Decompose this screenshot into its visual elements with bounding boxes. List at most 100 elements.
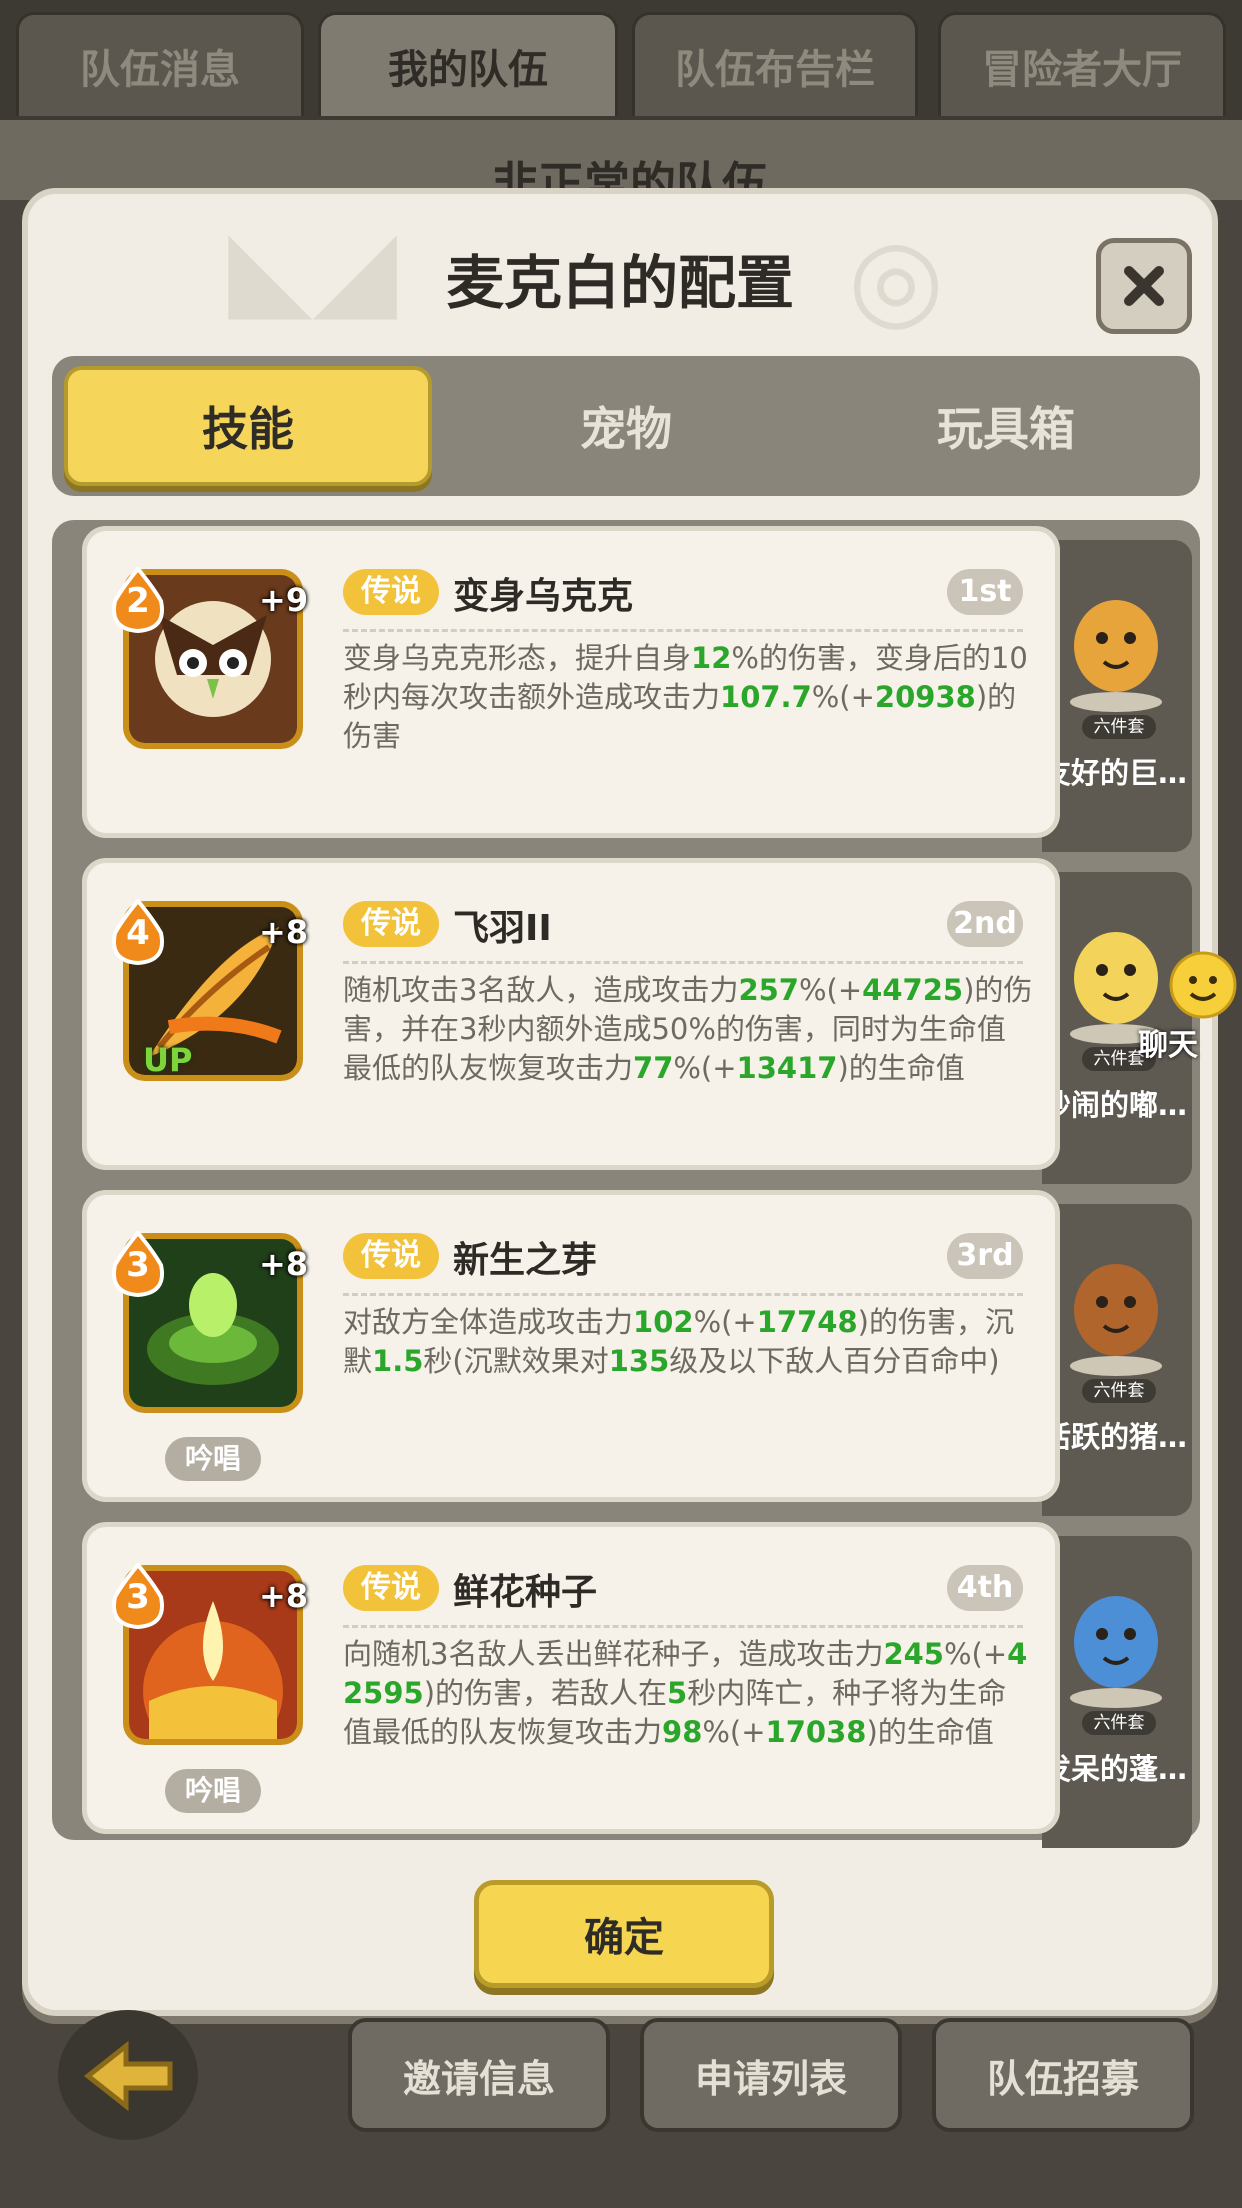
- upgrade-badge: UP: [143, 1041, 193, 1079]
- pet-slot[interactable]: 六件套活跃的猪…: [1042, 1204, 1192, 1516]
- rarity-tag: 传说: [343, 569, 439, 615]
- pet-slot[interactable]: 六件套发呆的蓬…: [1042, 1536, 1192, 1848]
- pet-figure-icon: [1070, 1264, 1162, 1376]
- skill-description: 变身乌克克形态，提升自身12%的伤害，变身后的10秒内每次攻击额外造成攻击力10…: [343, 639, 1033, 756]
- skill-card[interactable]: 3 +8 吟唱 传说 新生之芽 3rd 对敌方全体造成攻击力102%(+17748)的伤害，…: [82, 1190, 1060, 1502]
- tab-team-messages[interactable]: 队伍消息: [16, 12, 304, 116]
- chat-icon[interactable]: [1168, 950, 1238, 1020]
- application-list-button[interactable]: 申请列表: [640, 2018, 902, 2132]
- team-recruit-button[interactable]: 队伍招募: [932, 2018, 1194, 2132]
- skill-level: 3: [126, 1245, 150, 1285]
- skill-order-badge: 2nd: [947, 901, 1023, 947]
- description-segment: 17038: [765, 1715, 867, 1749]
- top-tab-bar: 队伍消息 我的队伍 队伍布告栏 冒险者大厅: [0, 0, 1242, 120]
- description-segment: %(+: [673, 1051, 737, 1085]
- rarity-tag: 传说: [343, 901, 439, 947]
- pet-slot[interactable]: 六件套友好的巨…: [1042, 540, 1192, 852]
- rarity-tag: 传说: [343, 1565, 439, 1611]
- description-segment: %(+: [811, 680, 875, 714]
- skill-description: 随机攻击3名敌人，造成攻击力257%(+44725)的伤害，并在3秒内额外造成5…: [343, 971, 1033, 1088]
- skill-level-badge: 2: [109, 565, 167, 634]
- description-segment: 107.7: [720, 680, 812, 714]
- chant-tag: 吟唱: [165, 1769, 261, 1813]
- description-segment: %(+: [693, 1305, 757, 1339]
- skill-description: 向随机3名敌人丢出鲜花种子，造成攻击力245%(+42595)的伤害，若敌人在5…: [343, 1635, 1033, 1752]
- tab-pets[interactable]: 宠物: [442, 366, 810, 486]
- description-segment: %(+: [799, 973, 863, 1007]
- modal-title: 麦克白的配置: [445, 249, 794, 317]
- description-segment: 秒(沉默效果对: [423, 1344, 609, 1378]
- skill-name: 飞羽II: [453, 908, 552, 949]
- skill-enhance-level: +8: [259, 913, 309, 951]
- pet-name: 活跃的猪…: [1042, 1420, 1188, 1454]
- description-segment: 102: [633, 1305, 694, 1339]
- pet-set-badge: 六件套: [1082, 715, 1156, 739]
- skill-enhance-level: +8: [259, 1577, 309, 1615]
- skill-order-badge: 4th: [947, 1565, 1023, 1611]
- close-button[interactable]: [1096, 238, 1192, 334]
- tab-adventurer-hall[interactable]: 冒险者大厅: [938, 12, 1226, 116]
- description-segment: 20938: [874, 680, 976, 714]
- skill-list: 六件套 友好的巨… 2 +9 传说 变身乌克克 1st 变身乌克克形态，提升自身12%的伤害，…: [52, 520, 1200, 1848]
- divider: [343, 1293, 1023, 1296]
- skill-name: 变身乌克克: [453, 576, 634, 617]
- arrow-left-icon: [83, 2040, 173, 2112]
- pet-name: 友好的巨…: [1042, 756, 1188, 790]
- tab-toybox[interactable]: 玩具箱: [822, 366, 1190, 486]
- tab-my-team[interactable]: 我的队伍: [318, 12, 618, 116]
- chant-tag: 吟唱: [165, 1437, 261, 1481]
- skill-description: 对敌方全体造成攻击力102%(+17748)的伤害，沉默1.5秒(沉默效果对13…: [343, 1303, 1033, 1381]
- description-segment: 对敌方全体造成攻击力: [343, 1305, 634, 1339]
- chat-label[interactable]: 聊天: [1138, 1020, 1198, 1064]
- tab-team-bulletin[interactable]: 队伍布告栏: [632, 12, 918, 116]
- skill-level: 2: [126, 581, 150, 621]
- description-segment: 245: [883, 1637, 944, 1671]
- skill-card[interactable]: 4 +8 UP 传说 飞羽II 2nd 随机攻击3名敌人，造成攻击力257%(+44725)…: [82, 858, 1060, 1170]
- description-segment: 12: [691, 641, 732, 675]
- skill-enhance-level: +8: [259, 1245, 309, 1283]
- description-segment: 135: [608, 1344, 670, 1378]
- pet-name: 发呆的蓬…: [1042, 1752, 1188, 1786]
- description-segment: 44725: [862, 973, 964, 1007]
- description-segment: 77: [633, 1051, 674, 1085]
- close-icon: [1124, 266, 1164, 306]
- description-segment: 1.5: [372, 1344, 424, 1378]
- description-segment: )的生命值: [866, 1715, 994, 1749]
- description-segment: 17748: [756, 1305, 858, 1339]
- back-button[interactable]: [58, 2010, 198, 2140]
- invite-info-button[interactable]: 邀请信息: [348, 2018, 610, 2132]
- pet-figure-icon: [1070, 1596, 1162, 1708]
- confirm-button[interactable]: 确定: [474, 1880, 774, 1988]
- description-segment: 13417: [736, 1051, 838, 1085]
- description-segment: %(+: [944, 1637, 1008, 1671]
- description-segment: 级及以下敌人百分百命中): [669, 1344, 1000, 1378]
- skill-name: 鲜花种子: [453, 1572, 598, 1613]
- skill-level-badge: 3: [109, 1229, 167, 1298]
- skill-order-badge: 1st: [947, 569, 1023, 615]
- pet-set-badge: 六件套: [1082, 1379, 1156, 1403]
- description-segment: )的生命值: [837, 1051, 965, 1085]
- description-segment: 5: [667, 1676, 688, 1710]
- skill-order-badge: 3rd: [947, 1233, 1023, 1279]
- skill-level: 3: [126, 1577, 150, 1617]
- skill-enhance-level: +9: [259, 581, 309, 619]
- divider: [343, 629, 1023, 632]
- pet-set-badge: 六件套: [1082, 1711, 1156, 1735]
- divider: [343, 961, 1023, 964]
- skill-card[interactable]: 3 +8 吟唱 传说 鲜花种子 4th 向随机3名敌人丢出鲜花种子，造成攻击力245%(+4…: [82, 1522, 1060, 1834]
- skill-card[interactable]: 2 +9 传说 变身乌克克 1st 变身乌克克形态，提升自身12%的伤害，变身后的10秒内…: [82, 526, 1060, 838]
- divider: [343, 1625, 1023, 1628]
- description-segment: 向随机3名敌人丢出鲜花种子，造成攻击力: [343, 1637, 884, 1671]
- description-segment: )的伤害，若敌人在: [423, 1676, 668, 1710]
- description-segment: 随机攻击3名敌人，造成攻击力: [343, 973, 739, 1007]
- pet-figure-icon: [1070, 600, 1162, 712]
- skill-name: 新生之芽: [453, 1240, 598, 1281]
- description-segment: 变身乌克克形态，提升自身: [343, 641, 692, 675]
- config-modal: ◣◢ ◎ 麦克白的配置 技能 宠物 玩具箱 六件套 友好的巨… 2 +9 传说 变身乌克克…: [22, 188, 1218, 2016]
- description-segment: 257: [738, 973, 799, 1007]
- config-tabs: 技能 宠物 玩具箱: [52, 356, 1200, 496]
- tab-skills[interactable]: 技能: [64, 366, 432, 486]
- skill-level-badge: 3: [109, 1561, 167, 1630]
- pet-name: 吵闹的嘟…: [1042, 1088, 1188, 1122]
- description-segment: 98: [662, 1715, 703, 1749]
